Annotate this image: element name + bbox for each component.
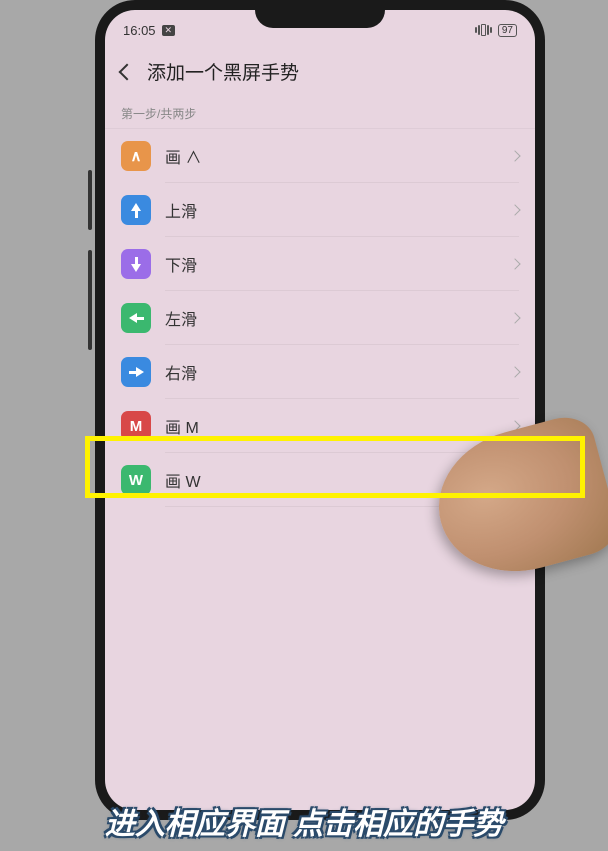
step-indicator: 第一步/共两步 xyxy=(105,99,535,129)
gesture-label: 下滑 xyxy=(165,252,497,276)
gesture-icon: W xyxy=(121,465,151,495)
chevron-right-icon xyxy=(509,258,520,269)
gesture-item-5[interactable]: M画 M xyxy=(105,399,535,453)
battery-icon: 97 xyxy=(498,24,517,37)
back-icon[interactable] xyxy=(119,63,136,80)
gesture-icon xyxy=(121,357,151,387)
gesture-icon xyxy=(121,303,151,333)
gesture-item-1[interactable]: 上滑 xyxy=(105,183,535,237)
gesture-icon xyxy=(121,195,151,225)
chevron-right-icon xyxy=(509,150,520,161)
vibrate-icon xyxy=(475,24,492,36)
chevron-right-icon xyxy=(509,204,520,215)
gesture-item-4[interactable]: 右滑 xyxy=(105,345,535,399)
gesture-icon: ∧ xyxy=(121,141,151,171)
caption-text: 进入相应界面 点击相应的手势 xyxy=(0,791,608,851)
phone-frame: 16:05 ✕ 97 添加一个黑屏手势 第一步/共两步 ∧ 画 ∧ 上滑下滑左滑右滑… xyxy=(95,0,545,820)
gesture-label: 画 ∧ xyxy=(165,144,497,168)
status-time: 16:05 xyxy=(123,23,156,38)
gesture-item-0[interactable]: ∧ 画 ∧ xyxy=(105,129,535,183)
gesture-label: 画 M xyxy=(165,414,497,438)
page-title: 添加一个黑屏手势 xyxy=(147,58,299,85)
gesture-icon xyxy=(121,249,151,279)
chevron-right-icon xyxy=(509,312,520,323)
page-header: 添加一个黑屏手势 xyxy=(105,44,535,99)
volume-button-2 xyxy=(88,250,92,350)
chevron-right-icon xyxy=(509,366,520,377)
gesture-item-2[interactable]: 下滑 xyxy=(105,237,535,291)
gesture-label: 右滑 xyxy=(165,360,497,384)
gesture-label: 左滑 xyxy=(165,306,497,330)
notch xyxy=(255,0,385,28)
status-badge-icon: ✕ xyxy=(162,25,176,36)
screen: 16:05 ✕ 97 添加一个黑屏手势 第一步/共两步 ∧ 画 ∧ 上滑下滑左滑右滑… xyxy=(105,10,535,810)
gesture-label: 上滑 xyxy=(165,198,497,222)
gesture-item-3[interactable]: 左滑 xyxy=(105,291,535,345)
volume-button xyxy=(88,170,92,230)
gesture-icon: M xyxy=(121,411,151,441)
